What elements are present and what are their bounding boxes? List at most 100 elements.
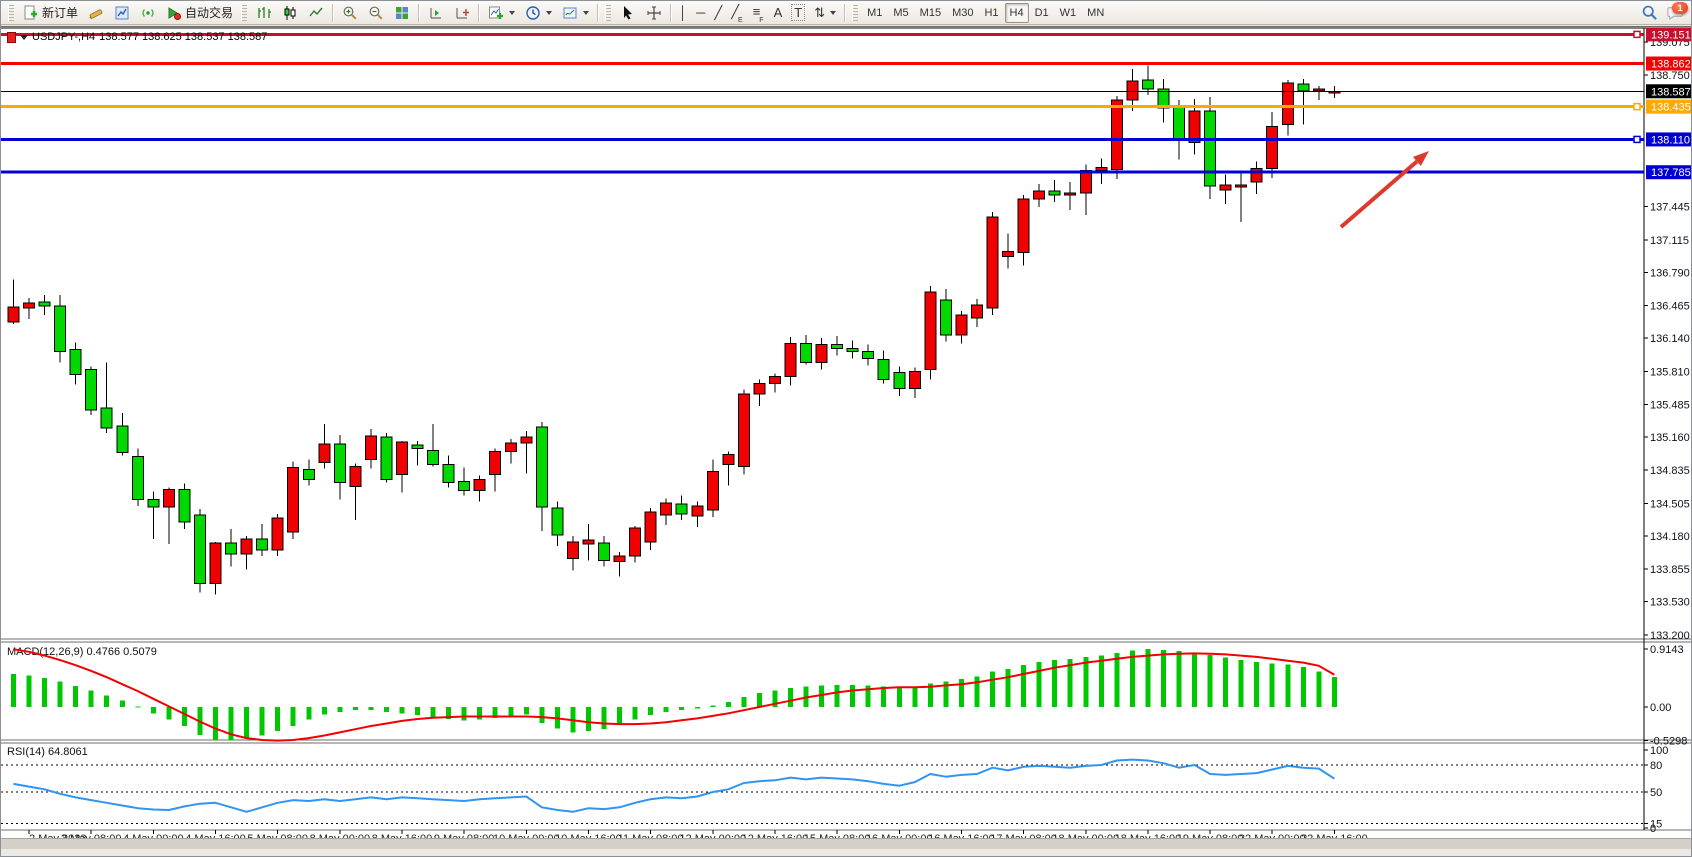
zoom-out-button[interactable] [363,3,388,23]
toolbar: 新订单 自动交易 [1,1,1691,25]
timeframe-m30-button[interactable]: M30 [947,3,978,23]
line-chart-icon [307,4,324,21]
symbol-flag-icon [7,32,16,43]
crosshair-icon [645,4,662,21]
fibonacci-tool-button[interactable]: ≡F [749,3,769,23]
chart-shift-button[interactable] [423,3,448,23]
crayon-icon [87,4,104,21]
label-tool-icon: T [791,4,805,21]
chart-shift-icon [427,4,444,21]
toolbar-grip[interactable] [852,5,858,21]
fibonacci-icon: ≡F [753,4,765,22]
search-icon [1641,4,1658,21]
svg-text:139.151: 139.151 [1651,29,1691,41]
svg-text:RSI(14) 64.8061: RSI(14) 64.8061 [7,746,88,758]
svg-text:134.835: 134.835 [1650,465,1690,477]
timeframe-h1-button[interactable]: H1 [979,3,1003,23]
indicators-button[interactable] [483,3,519,23]
zoom-in-button[interactable] [337,3,362,23]
timeframe-m5-button[interactable]: M5 [888,3,913,23]
cursor-tool-button[interactable] [615,3,640,23]
svg-text:80: 80 [1650,760,1662,772]
notification-count-badge: 1 [1672,2,1688,14]
svg-text:0.9143: 0.9143 [1650,644,1684,656]
svg-text:138.587: 138.587 [1651,86,1691,98]
candlestick-chart-icon [281,4,298,21]
indicators-icon [487,4,504,21]
notifications-button[interactable]: 1 [1663,3,1687,23]
toolbar-grip[interactable] [605,5,611,21]
line-chart-button[interactable] [303,3,328,23]
indicators-dropdown-caret [509,11,515,15]
chart-window[interactable]: USDJPY-,H4 138.577 138.625 138.537 138.5… [1,26,1692,849]
svg-text:138.110: 138.110 [1651,134,1690,146]
timeframe-m15-button[interactable]: M15 [915,3,946,23]
candlestick-chart-button[interactable] [277,3,302,23]
label-tool-button[interactable]: T [787,3,809,23]
bar-chart-button[interactable] [251,3,276,23]
account-chart-icon [113,4,130,21]
toolbar-grip[interactable] [241,5,247,21]
svg-text:0: 0 [1650,823,1656,835]
crosshair-tool-button[interactable] [641,3,666,23]
symbol-caret-icon [20,35,28,40]
svg-text:100: 100 [1650,745,1668,757]
bar-chart-icon [255,4,272,21]
auto-scroll-icon [453,4,470,21]
svg-text:137.115: 137.115 [1650,235,1689,247]
new-order-button[interactable]: 新订单 [18,3,82,23]
autotrade-icon [165,4,182,21]
trendline-tool-button[interactable]: ╱ [710,3,726,23]
timeframe-d1-button[interactable]: D1 [1030,3,1054,23]
channel-tool-button[interactable]: ╱E [727,3,748,23]
cursor-icon [619,4,636,21]
svg-text:136.790: 136.790 [1650,268,1690,280]
svg-text:135.810: 135.810 [1650,367,1690,379]
svg-text:138.750: 138.750 [1650,70,1690,82]
timeframe-mn-button[interactable]: MN [1082,3,1109,23]
horizontal-line-tool-button[interactable]: ─ [692,3,709,23]
templates-icon [561,4,578,21]
svg-text:135.160: 135.160 [1650,432,1690,444]
svg-text:138.862: 138.862 [1651,59,1691,71]
auto-trading-label: 自动交易 [185,4,233,21]
vertical-line-tool-button[interactable]: │ [675,3,691,23]
templates-button[interactable] [557,3,593,23]
signal-icon [139,4,156,21]
svg-text:133.855: 133.855 [1650,564,1690,576]
signals-button[interactable] [135,3,160,23]
timeframe-m1-button[interactable]: M1 [862,3,887,23]
trendline-icon: ╱ [714,5,722,21]
svg-text:138.435: 138.435 [1651,102,1691,114]
crayon-tool-button[interactable] [83,3,108,23]
zoom-out-icon [367,4,384,21]
svg-text:50: 50 [1650,787,1662,799]
arrows-tool-button[interactable]: ⇅ [810,3,840,23]
text-tool-icon: A [774,5,783,20]
horizontal-line-icon: ─ [696,5,705,20]
arrows-tool-icon: ⇅ [814,5,825,21]
search-button[interactable] [1637,3,1662,23]
chart-canvas[interactable]: 139.075138.750137.445137.115136.790136.4… [1,27,1692,854]
auto-scroll-button[interactable] [449,3,474,23]
new-order-label: 新订单 [42,4,78,21]
svg-text:134.505: 134.505 [1650,498,1690,510]
toolbar-grip[interactable] [8,5,14,21]
svg-text:137.445: 137.445 [1650,202,1690,214]
timeframe-h4-button[interactable]: H4 [1005,3,1029,23]
svg-text:136.140: 136.140 [1650,333,1690,345]
svg-text:133.200: 133.200 [1650,630,1690,642]
tile-windows-button[interactable] [389,3,414,23]
periods-button[interactable] [520,3,556,23]
text-tool-button[interactable]: A [770,3,787,23]
timeframe-w1-button[interactable]: W1 [1055,3,1082,23]
svg-text:135.485: 135.485 [1650,399,1690,411]
account-history-button[interactable] [109,3,134,23]
svg-text:0.00: 0.00 [1650,702,1671,714]
auto-trading-button[interactable]: 自动交易 [161,3,237,23]
symbol-period-label: USDJPY-,H4 [32,31,95,43]
svg-text:133.530: 133.530 [1650,597,1690,609]
arrows-dropdown-caret [830,11,836,15]
terminal-window: 新订单 自动交易 [0,0,1692,857]
window-bottom-edge [1,838,1692,849]
